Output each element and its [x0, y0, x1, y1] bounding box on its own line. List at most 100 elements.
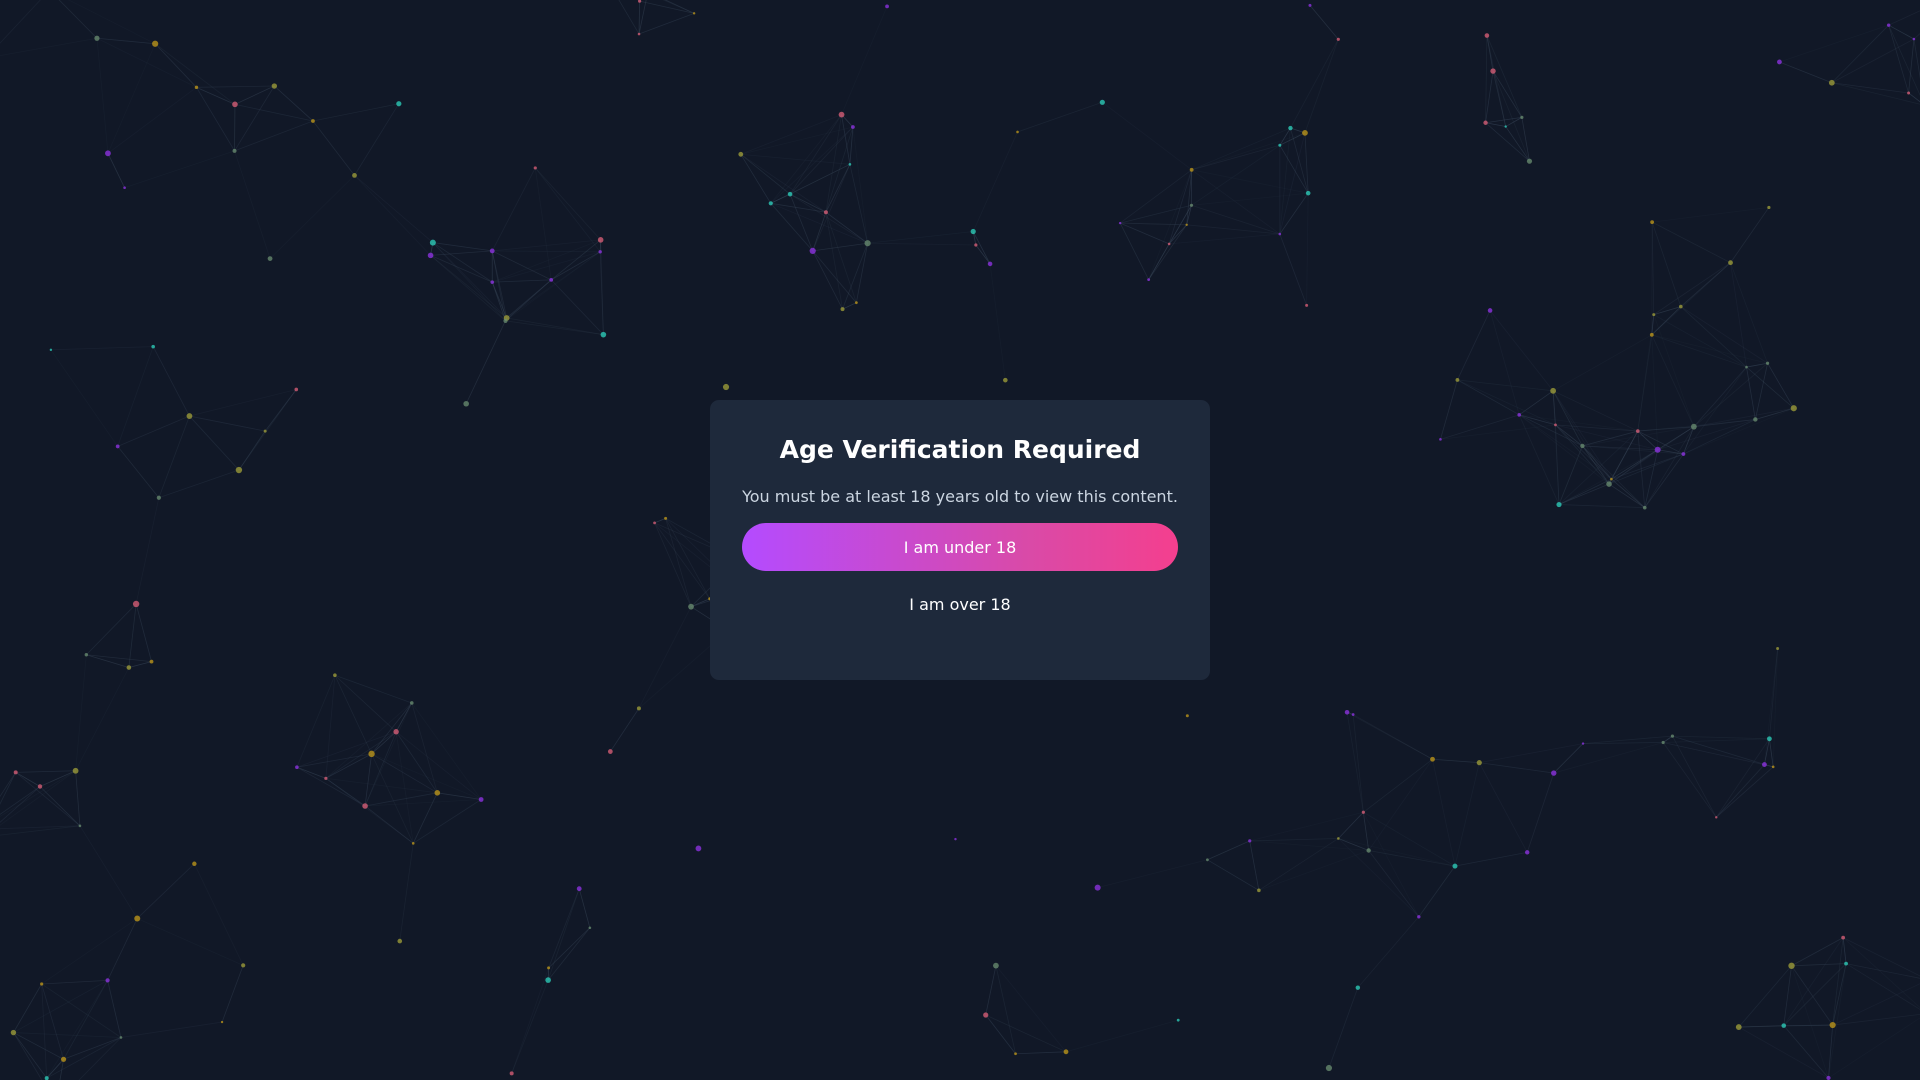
particle-link [770, 202, 868, 244]
particle-link [1191, 144, 1281, 206]
particle-dot [768, 201, 773, 206]
particle-link [107, 918, 138, 981]
particle-dot [192, 861, 197, 866]
under-18-button[interactable]: I am under 18 [742, 523, 1178, 571]
particle-link [1418, 865, 1456, 918]
particle-dot [1556, 501, 1562, 508]
particle-dot [241, 963, 246, 968]
particle-link [86, 654, 152, 662]
particle-link [1783, 965, 1792, 1026]
particle-dot [132, 600, 140, 608]
particle-dot [1844, 961, 1848, 966]
particle-dot [368, 750, 375, 758]
particle-link [1779, 61, 1832, 84]
particle-link [1346, 711, 1433, 760]
particle-link [812, 212, 827, 252]
particle-link [221, 965, 244, 1023]
particle-link [1552, 334, 1653, 392]
particle-link [1489, 310, 1520, 415]
particle-dot [1525, 850, 1530, 855]
particle-dot [823, 210, 828, 215]
particle-link [1191, 169, 1281, 235]
particle-dot [393, 729, 399, 735]
particle-link [770, 203, 814, 252]
particle-link [492, 250, 552, 281]
particle-dot [1735, 1024, 1742, 1030]
particle-link [1457, 379, 1520, 416]
particle-link [1637, 334, 1653, 432]
particle-link [274, 85, 314, 122]
particle-dot [235, 466, 243, 474]
particle-link [511, 979, 549, 1074]
particle-link [0, 786, 41, 823]
particle-link [1017, 101, 1103, 133]
particle-link [665, 518, 692, 607]
particle-link [128, 661, 152, 668]
particle-link [0, 37, 98, 57]
particle-dot [232, 101, 238, 108]
particle-link [107, 153, 125, 188]
particle-link [1485, 122, 1506, 127]
particle-dot [115, 444, 120, 449]
particle-link [1015, 1051, 1067, 1055]
particle-dot [1351, 713, 1355, 716]
particle-link [312, 103, 399, 122]
particle-dot [1504, 125, 1507, 128]
particle-link [1492, 70, 1530, 162]
particle-link [511, 967, 549, 1074]
particle-dot [1302, 129, 1308, 136]
particle-dot [1257, 888, 1261, 893]
particle-link [534, 167, 552, 280]
particle-dot [1063, 1049, 1069, 1055]
particle-link [1832, 983, 1920, 1026]
particle-link [1730, 262, 1747, 368]
particle-link [1913, 38, 1920, 80]
particle-link [1249, 811, 1364, 842]
particle-link [296, 766, 327, 779]
particle-link [1363, 758, 1433, 813]
particle-link [364, 805, 414, 844]
particle-link [1279, 128, 1291, 235]
particle-dot [49, 348, 53, 352]
over-18-button[interactable]: I am over 18 [893, 587, 1026, 622]
particle-link [432, 242, 493, 283]
particle-dot [653, 521, 656, 525]
particle-dot [311, 119, 315, 123]
particle-link [1791, 965, 1833, 1026]
particle-link [1485, 35, 1488, 123]
particle-link [1290, 39, 1339, 129]
particle-link [137, 918, 244, 966]
particle-link [1249, 838, 1339, 842]
particle-dot [78, 824, 82, 828]
particle-dot [220, 1020, 224, 1024]
particle-link [96, 38, 109, 154]
particle-dot [1517, 413, 1522, 417]
particle-dot [1776, 647, 1780, 651]
particle-dot [411, 842, 415, 845]
particle-link [325, 702, 413, 779]
particle-link [995, 965, 1067, 1053]
particle-link [618, 0, 640, 35]
particle-link [107, 87, 197, 154]
particle-link [13, 1032, 48, 1079]
particle-dot [509, 1071, 514, 1076]
particle-link [124, 150, 235, 189]
particle-dot [1610, 477, 1613, 481]
particle-dot [10, 1029, 17, 1036]
particle-dot [1430, 756, 1435, 762]
particle-dot [105, 150, 111, 157]
particle-link [1478, 762, 1528, 853]
particle-dot [489, 248, 495, 254]
particle-link [550, 279, 604, 335]
particle-link [789, 193, 868, 244]
particle-link [1309, 5, 1339, 40]
particle-link [430, 250, 493, 256]
particle-link [135, 603, 152, 662]
particle-dot [1189, 167, 1194, 172]
particle-link [1328, 987, 1359, 1069]
particle-dot [1681, 452, 1686, 456]
particle-dot [232, 148, 237, 153]
particle-dot [294, 387, 299, 392]
particle-dot [1288, 125, 1293, 131]
particle-link [1828, 963, 1847, 1078]
